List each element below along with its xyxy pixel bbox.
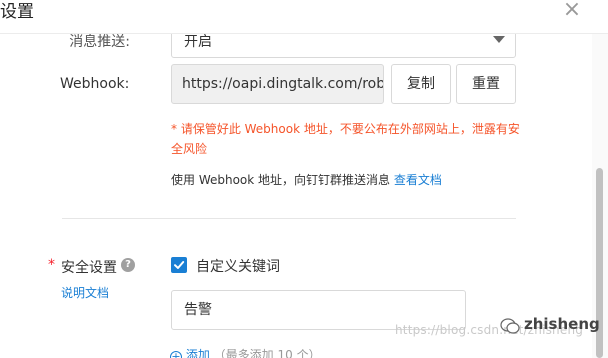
add-keyword-link[interactable]: 添加 [186, 348, 210, 358]
custom-keyword-label: 自定义关键词 [196, 259, 280, 275]
dialog-header: 设置 × [0, 0, 608, 34]
close-icon[interactable]: × [561, 0, 583, 22]
help-icon[interactable]: ? [121, 258, 135, 272]
section-divider [62, 218, 516, 219]
required-mark: * [48, 257, 55, 273]
security-settings-label: 安全设置 [61, 260, 117, 276]
webhook-warning: * 请保管好此 Webhook 地址，不要公布在外部网站上，泄露有安全风险 [171, 122, 520, 156]
copy-button[interactable]: 复制 [391, 64, 451, 104]
settings-dialog: 设置 × 消息推送: 开启 Webhook: https://oapi.ding… [0, 0, 608, 358]
watermark-brand: zhisheng [524, 315, 600, 333]
wechat-icon [500, 318, 520, 334]
message-push-label: 消息推送: [69, 34, 130, 50]
add-keyword-row: + 添加 （最多添加 10 个） [170, 346, 321, 358]
webhook-hint: 使用 Webhook 地址，向钉钉群推送消息 查看文档 [171, 170, 442, 190]
message-push-value: 开启 [184, 34, 212, 50]
chevron-down-icon [493, 36, 505, 43]
webhook-url-field[interactable]: https://oapi.dingtalk.com/rob [171, 64, 384, 104]
webhook-label: Webhook: [60, 76, 130, 92]
dialog-title: 设置 [0, 2, 34, 22]
plus-circle-icon[interactable]: + [170, 351, 182, 358]
reset-button[interactable]: 重置 [456, 64, 516, 104]
webhook-hint-text: 使用 Webhook 地址，向钉钉群推送消息 [171, 173, 391, 187]
custom-keyword-checkbox[interactable] [171, 257, 187, 273]
checkmark-icon [174, 261, 185, 269]
view-docs-link[interactable]: 查看文档 [394, 173, 442, 187]
add-limit-hint: （最多添加 10 个） [213, 348, 321, 358]
instructions-doc-link[interactable]: 说明文档 [61, 284, 109, 301]
